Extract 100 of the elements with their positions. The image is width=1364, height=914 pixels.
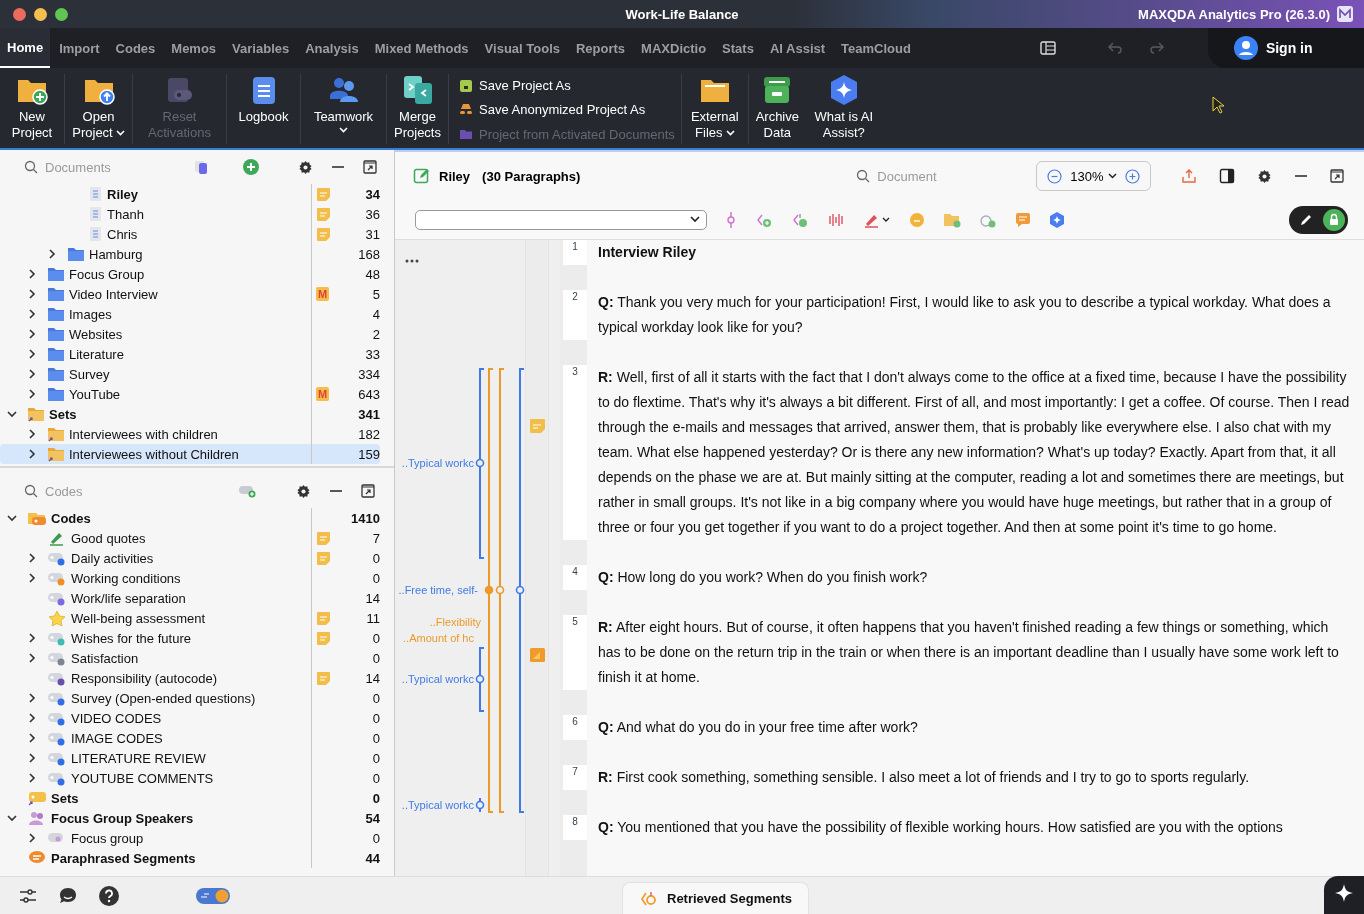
- tree-item[interactable]: YOUTUBE COMMENTS 0: [0, 768, 380, 788]
- search-field[interactable]: Documents: [45, 159, 165, 175]
- edit-toggle[interactable]: [1289, 205, 1348, 234]
- chevron-icon[interactable]: [7, 513, 17, 523]
- tree-item[interactable]: Chris 31: [0, 224, 380, 244]
- code-label[interactable]: ..Free time, self-: [398, 582, 478, 598]
- tree-item[interactable]: Literature 33: [0, 344, 380, 364]
- chevron-icon[interactable]: [27, 773, 37, 783]
- chevron-icon[interactable]: [27, 449, 37, 459]
- settings-icon[interactable]: [1256, 168, 1272, 184]
- menu-tab[interactable]: MAXDictio: [634, 28, 714, 68]
- chevron-icon[interactable]: [27, 289, 37, 299]
- tree-item[interactable]: IMAGE CODES 0: [0, 728, 380, 748]
- zoom-in-icon[interactable]: [1124, 168, 1140, 184]
- ribbon-button[interactable]: What is AI Assist?: [805, 74, 882, 144]
- code-label[interactable]: ..Typical workc: [401, 797, 474, 813]
- tree-item[interactable]: Interviewees without Children 159: [0, 444, 380, 464]
- tree-item[interactable]: Video Interview M 5: [0, 284, 380, 304]
- tree-item[interactable]: LITERATURE REVIEW 0: [0, 748, 380, 768]
- popout-icon[interactable]: [1329, 169, 1344, 183]
- chevron-icon[interactable]: [27, 633, 37, 643]
- chevron-icon[interactable]: [27, 693, 37, 703]
- tree-item[interactable]: Websites 2: [0, 324, 380, 344]
- ribbon-button[interactable]: Archive Data: [747, 74, 806, 144]
- code-label[interactable]: ..Typical workc: [401, 455, 474, 471]
- chevron-icon[interactable]: [47, 249, 57, 259]
- code-dropdown[interactable]: [415, 209, 707, 230]
- tree-item[interactable]: Sets 341: [0, 404, 380, 424]
- chevron-icon[interactable]: [27, 653, 37, 663]
- chevron-icon[interactable]: [27, 349, 37, 359]
- chevron-icon[interactable]: [27, 389, 37, 399]
- menu-tab[interactable]: Stats: [715, 28, 761, 68]
- chevron-icon[interactable]: [27, 269, 37, 279]
- tree-item[interactable]: Focus Group 48: [0, 264, 380, 284]
- tree-item[interactable]: Images 4: [0, 304, 380, 324]
- chat-icon[interactable]: [58, 885, 78, 906]
- edit-icon[interactable]: [413, 167, 431, 185]
- chevron-icon[interactable]: [27, 573, 37, 583]
- add-icon[interactable]: [242, 158, 260, 176]
- code-label[interactable]: ..Typical workc: [401, 671, 474, 687]
- tree-item[interactable]: Wishes for the future 0: [0, 628, 380, 648]
- menu-tab[interactable]: Codes: [108, 28, 163, 68]
- coding-stripe[interactable]: [475, 647, 485, 712]
- menu-tab[interactable]: Memos: [164, 28, 224, 68]
- search-field[interactable]: Document: [877, 168, 1018, 184]
- tree-item[interactable]: Thanh 36: [0, 204, 380, 224]
- tree-item[interactable]: Focus Group Speakers 54: [0, 808, 380, 828]
- chevron-icon[interactable]: [27, 713, 37, 723]
- chevron-icon[interactable]: [27, 309, 37, 319]
- popout-icon[interactable]: [363, 160, 377, 174]
- help-icon[interactable]: [98, 884, 120, 907]
- ribbon-button[interactable]: Logbook: [226, 74, 300, 144]
- menu-tab[interactable]: AI Assist: [762, 28, 833, 68]
- search-field[interactable]: Codes: [45, 483, 165, 499]
- menu-tab[interactable]: Home: [0, 28, 51, 68]
- tree-item[interactable]: Codes 1410: [0, 508, 380, 528]
- tree-item[interactable]: YouTube M 643: [0, 384, 380, 404]
- tree-item[interactable]: Riley 34: [0, 184, 380, 204]
- tree-item[interactable]: Focus group 0: [0, 828, 380, 848]
- pin-icon[interactable]: [725, 210, 737, 229]
- chevron-icon[interactable]: [27, 429, 37, 439]
- tree-item[interactable]: Survey 334: [0, 364, 380, 384]
- ribbon-button[interactable]: External Files: [681, 74, 748, 144]
- menu-tab[interactable]: Analysis: [298, 28, 366, 68]
- tree-item[interactable]: Sets 0: [0, 788, 380, 808]
- minimize-button[interactable]: [34, 7, 47, 21]
- coding-stripe[interactable]: [475, 368, 485, 559]
- chevron-icon[interactable]: [27, 833, 37, 843]
- menu-tab[interactable]: Reports: [569, 28, 633, 68]
- chevron-icon[interactable]: [27, 753, 37, 763]
- close-button[interactable]: [13, 7, 26, 21]
- chevron-icon[interactable]: [27, 369, 37, 379]
- popout-icon[interactable]: [361, 484, 375, 498]
- tree-item[interactable]: Hamburg 168: [0, 244, 380, 264]
- menu-tab[interactable]: Visual Tools: [477, 28, 567, 68]
- more-icon[interactable]: [405, 259, 419, 263]
- chevron-icon[interactable]: [27, 733, 37, 743]
- ai-button[interactable]: [1324, 876, 1364, 914]
- coding-stripe[interactable]: [515, 368, 525, 813]
- tree-item[interactable]: Good quotes 7: [0, 528, 380, 548]
- chevron-icon[interactable]: [27, 329, 37, 339]
- chevron-icon[interactable]: [7, 813, 17, 823]
- tree-item[interactable]: Responsibility (autocode) 14: [0, 668, 380, 688]
- settings-icon[interactable]: [296, 483, 311, 499]
- zoom-out-icon[interactable]: [1047, 168, 1063, 184]
- tree-item[interactable]: Work/life separation 14: [0, 588, 380, 608]
- tree-item[interactable]: Survey (Open-ended questions) 0: [0, 688, 380, 708]
- export-icon[interactable]: [1180, 168, 1197, 184]
- ribbon-button[interactable]: Teamwork: [300, 74, 386, 144]
- ribbon-button[interactable]: Merge Projects: [386, 74, 448, 144]
- layout-icon[interactable]: [1039, 41, 1056, 55]
- chevron-icon[interactable]: [7, 409, 17, 419]
- tree-item[interactable]: Working conditions 0: [0, 568, 380, 588]
- theme-toggle[interactable]: [196, 887, 230, 904]
- settings-icon[interactable]: [298, 159, 313, 175]
- tree-item[interactable]: VIDEO CODES 0: [0, 708, 380, 728]
- tree-item[interactable]: Daily activities 0: [0, 548, 380, 568]
- tree-item[interactable]: Satisfaction 0: [0, 648, 380, 668]
- sparkle-icon[interactable]: [1049, 211, 1065, 228]
- chevron-icon[interactable]: [27, 553, 37, 563]
